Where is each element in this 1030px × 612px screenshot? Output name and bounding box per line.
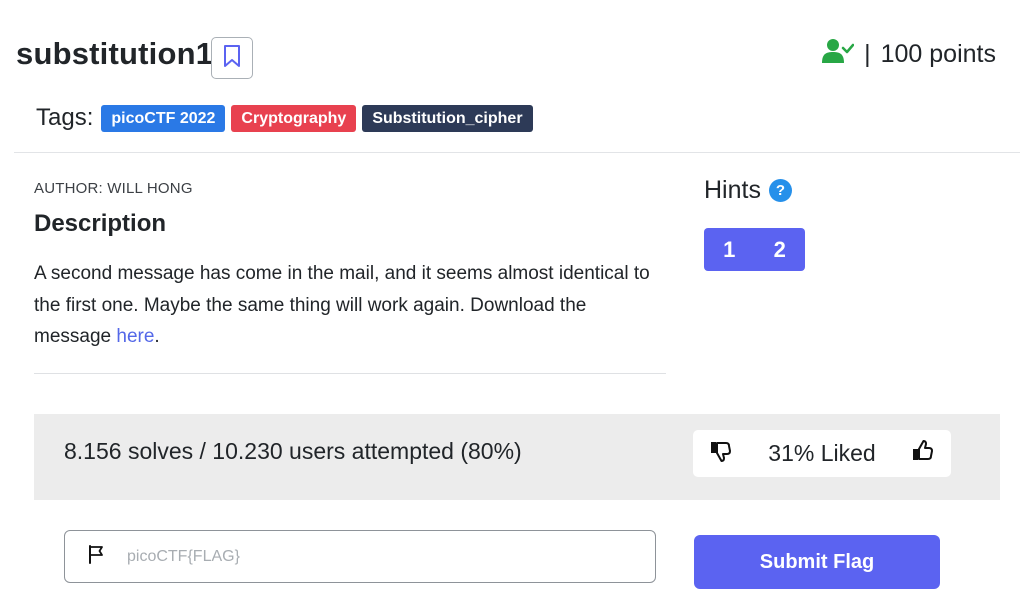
points-label: 100 points (880, 40, 996, 68)
flag-input-container (64, 530, 656, 583)
liked-percentage: 31% Liked (768, 440, 876, 466)
stats-band: 8.156 solves / 10.230 users attempted (8… (34, 414, 1000, 500)
hints-header: Hints ? (704, 176, 792, 205)
help-icon[interactable]: ? (768, 179, 792, 202)
bookmark-button[interactable] (211, 37, 253, 79)
bookmark-icon (223, 44, 241, 73)
description-body: A second message has come in the mail, a… (34, 258, 654, 353)
tags-label: Tags: (36, 104, 94, 131)
tags-row: Tags: picoCTF 2022 Cryptography Substitu… (36, 104, 533, 132)
thumbs-down-icon[interactable] (709, 439, 733, 468)
description-end: . (154, 326, 160, 347)
user-check-icon (822, 38, 855, 71)
header-divider (14, 152, 1020, 153)
hint-button-group: 1 2 (704, 228, 805, 271)
tag-substitution-cipher[interactable]: Substitution_cipher (362, 104, 533, 132)
flag-input[interactable] (127, 547, 627, 566)
thumbs-up-icon[interactable] (911, 439, 935, 468)
author-line: AUTHOR: WILL HONG (34, 180, 193, 197)
hint-button-1[interactable]: 1 (704, 228, 755, 271)
hints-title: Hints (704, 176, 761, 204)
submit-flag-button[interactable]: Submit Flag (694, 535, 940, 589)
description-divider (34, 373, 666, 374)
tag-cryptography[interactable]: Cryptography (231, 104, 357, 132)
points-separator: | (864, 40, 871, 68)
download-link[interactable]: here (116, 326, 154, 347)
tag-picoctf-2022[interactable]: picoCTF 2022 (101, 104, 226, 132)
hint-button-2[interactable]: 2 (755, 228, 806, 271)
challenge-title: substitution1 (16, 36, 214, 71)
solves-stats: 8.156 solves / 10.230 users attempted (8… (64, 438, 522, 464)
description-heading: Description (34, 210, 167, 237)
like-box: 31% Liked (693, 430, 951, 477)
flag-icon (87, 544, 107, 569)
points-display: | 100 points (822, 38, 996, 71)
